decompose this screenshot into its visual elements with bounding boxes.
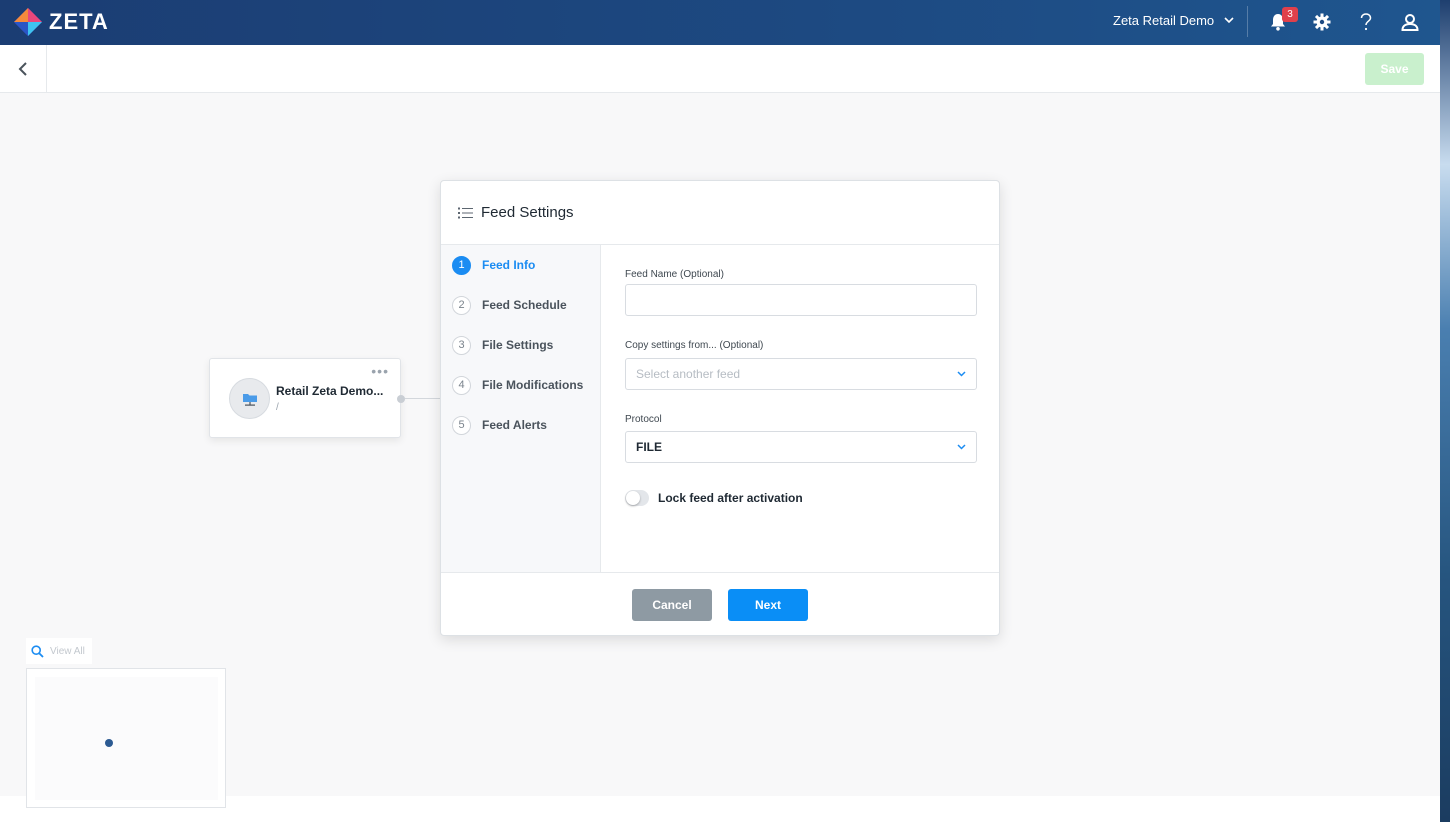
lock-feed-row: Lock feed after activation	[625, 490, 803, 506]
lock-feed-toggle[interactable]	[625, 490, 649, 506]
modal-title: Feed Settings	[481, 204, 574, 221]
minimap-search[interactable]: View All	[26, 638, 92, 664]
step-label: Feed Info	[482, 258, 536, 272]
user-profile-icon[interactable]	[1399, 11, 1421, 33]
node-connector-line	[405, 398, 441, 399]
step-feed-info[interactable]: 1 Feed Info	[452, 255, 535, 275]
account-name: Zeta Retail Demo	[1113, 13, 1215, 28]
copy-settings-placeholder: Select another feed	[636, 367, 741, 381]
top-nav-bar: ZETA Zeta Retail Demo 3	[0, 0, 1450, 45]
search-icon	[31, 644, 44, 658]
nav-divider	[1247, 6, 1248, 37]
list-icon	[458, 207, 473, 218]
zeta-logo[interactable]: ZETA	[12, 5, 109, 39]
view-all-link[interactable]: View All	[50, 646, 85, 657]
modal-header: Feed Settings	[441, 181, 999, 245]
node-connector-port[interactable]	[397, 395, 405, 403]
step-number: 3	[452, 335, 471, 355]
minimap-viewport	[35, 677, 218, 800]
chevron-down-icon	[957, 444, 966, 450]
step-number: 5	[452, 415, 471, 435]
settings-steps-nav: 1 Feed Info 2 Feed Schedule 3 File Setti…	[441, 245, 601, 572]
cancel-button[interactable]: Cancel	[632, 589, 712, 621]
feed-settings-modal: Feed Settings 1 Feed Info 2 Feed Schedul…	[440, 180, 1000, 636]
settings-gear-icon[interactable]	[1311, 11, 1333, 33]
copy-settings-select[interactable]: Select another feed	[625, 358, 977, 390]
node-title: Retail Zeta Demo...	[276, 384, 384, 398]
save-button[interactable]: Save	[1365, 53, 1424, 85]
back-button[interactable]	[0, 45, 47, 93]
step-label: Feed Alerts	[482, 418, 547, 432]
background-sea-strip	[1440, 0, 1450, 822]
node-path: /	[276, 402, 279, 413]
notification-count-badge: 3	[1282, 7, 1298, 22]
lock-feed-label: Lock feed after activation	[658, 491, 803, 505]
step-number: 2	[452, 295, 471, 315]
step-label: File Modifications	[482, 378, 584, 392]
modal-footer: Cancel Next	[441, 572, 999, 635]
account-switcher[interactable]: Zeta Retail Demo	[1113, 13, 1234, 28]
folder-network-icon	[229, 378, 270, 419]
chevron-down-icon	[957, 371, 966, 377]
chevron-left-icon	[18, 62, 27, 76]
protocol-label: Protocol	[625, 414, 662, 425]
next-button[interactable]: Next	[728, 589, 808, 621]
source-node-card[interactable]: ••• Retail Zeta Demo... /	[209, 358, 401, 438]
copy-settings-label: Copy settings from... (Optional)	[625, 340, 764, 351]
step-number: 1	[452, 255, 471, 275]
step-file-modifications[interactable]: 4 File Modifications	[452, 375, 583, 395]
more-options-icon[interactable]: •••	[371, 363, 389, 379]
step-number: 4	[452, 375, 471, 395]
step-file-settings[interactable]: 3 File Settings	[452, 335, 553, 355]
step-label: Feed Schedule	[482, 298, 567, 312]
step-feed-schedule[interactable]: 2 Feed Schedule	[452, 295, 567, 315]
protocol-select[interactable]: FILE	[625, 431, 977, 463]
help-question-icon[interactable]	[1355, 11, 1377, 33]
step-feed-alerts[interactable]: 5 Feed Alerts	[452, 415, 547, 435]
minimap-panel[interactable]	[26, 668, 226, 808]
zeta-logo-icon	[14, 8, 42, 36]
chevron-down-icon	[1224, 17, 1234, 24]
feed-name-label: Feed Name (Optional)	[625, 269, 724, 280]
feed-name-input[interactable]	[625, 284, 977, 316]
step-label: File Settings	[482, 338, 554, 352]
brand-name: ZETA	[49, 9, 109, 34]
minimap-node-marker	[105, 739, 113, 747]
protocol-value: FILE	[636, 440, 662, 454]
editor-toolbar: Save	[0, 45, 1440, 93]
